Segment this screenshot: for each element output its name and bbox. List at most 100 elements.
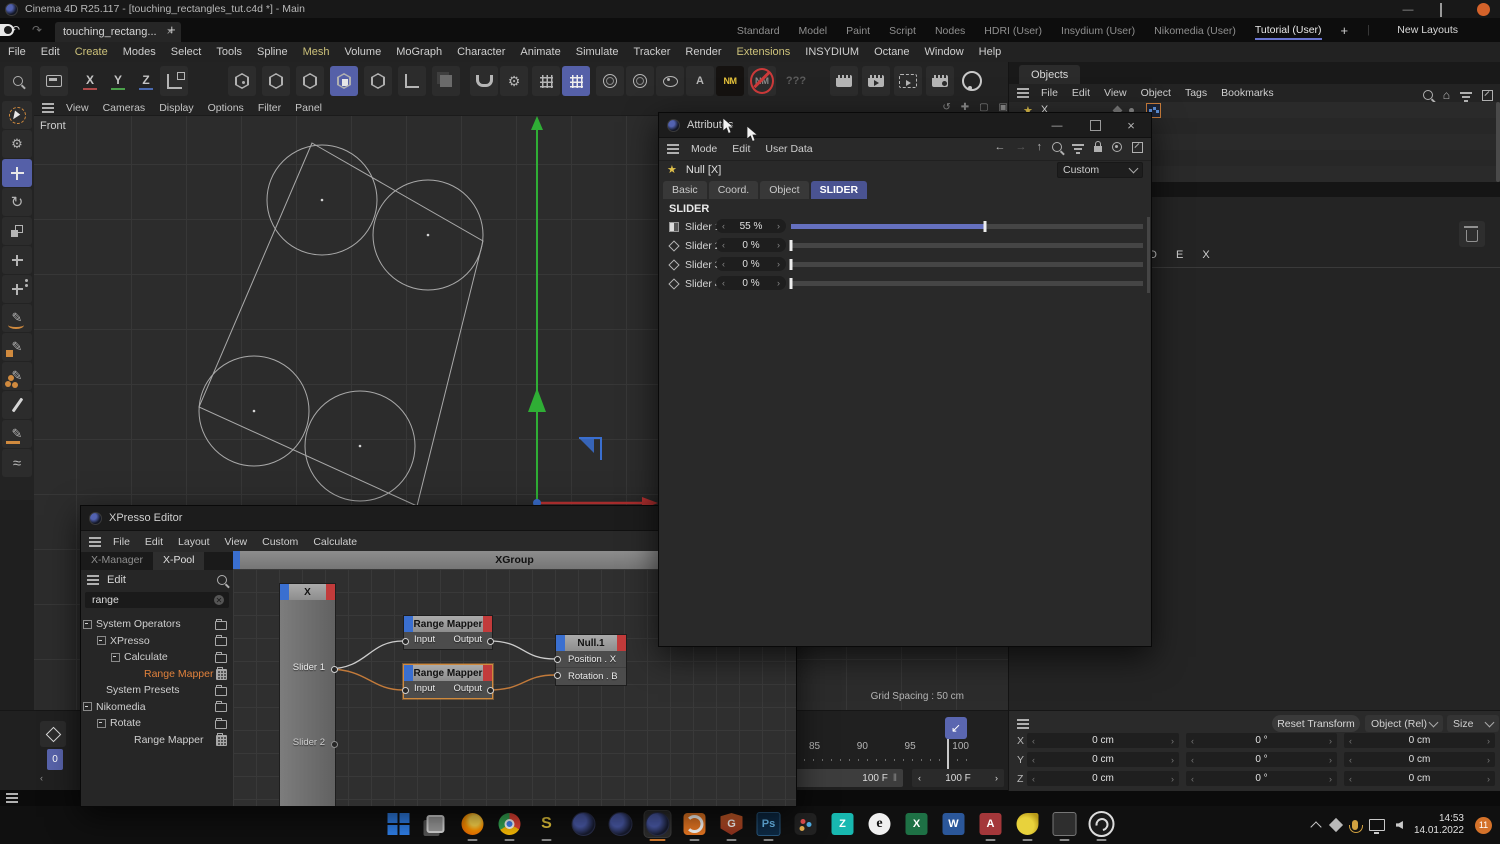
layout-tab[interactable]: Model (799, 21, 828, 39)
slider-track[interactable] (789, 259, 1143, 270)
layout-tab[interactable]: Script (889, 21, 916, 39)
taskbar-app-icon[interactable]: X (904, 811, 930, 837)
add-tab-button[interactable]: + (168, 22, 176, 37)
search-icon[interactable] (1052, 142, 1062, 152)
xpresso-tab[interactable]: X-Manager (81, 552, 153, 570)
fcurve-mode-icon[interactable]: ↙ (945, 717, 967, 739)
size-field[interactable]: ‹ 0 cm › (1344, 771, 1495, 786)
xpresso-menu-item[interactable]: File (113, 536, 130, 548)
rm2-input-port[interactable] (402, 687, 409, 694)
taskbar-app-icon[interactable]: Ps (756, 811, 782, 841)
taskbar-app-icon[interactable]: G (719, 811, 745, 841)
attributes-tab[interactable]: Object (760, 181, 809, 199)
range-mapper-node-1[interactable]: Range Mapper Input Output (402, 615, 494, 650)
menu-item[interactable]: Volume (345, 46, 382, 58)
slider-handle[interactable] (983, 221, 987, 232)
playhead-line[interactable] (947, 739, 949, 769)
microphone-icon[interactable] (1348, 820, 1363, 833)
step-right-icon[interactable]: › (777, 259, 780, 269)
menu-item[interactable]: Create (75, 46, 108, 58)
texture-mode-icon[interactable] (364, 66, 392, 96)
menu-item[interactable]: Help (979, 46, 1002, 58)
freehand-spline-tool[interactable]: ≈ (2, 449, 32, 477)
viewport-menu-item[interactable]: Display (159, 102, 193, 114)
viewport-menu-item[interactable]: Cameras (103, 102, 146, 114)
layout-tab[interactable]: Nodes (935, 21, 965, 39)
keyframe-diamond-icon[interactable] (40, 721, 66, 747)
step-right-icon[interactable]: › (777, 221, 780, 231)
visibility-eye-icon[interactable] (656, 66, 684, 96)
annotation-a-icon[interactable]: A (686, 66, 714, 96)
menu-item[interactable]: MoGraph (396, 46, 442, 58)
size-select[interactable]: Size (1447, 715, 1499, 732)
viewport-menu-item[interactable]: Options (208, 102, 244, 114)
step-left-icon[interactable]: ‹ (722, 278, 725, 288)
slider-handle[interactable] (789, 240, 793, 251)
layout-tab[interactable]: Nikomedia (User) (1154, 21, 1236, 39)
slider-value-stepper[interactable]: ‹ 55 % › (716, 219, 786, 233)
back-icon[interactable]: ← (995, 141, 1006, 153)
target-icon[interactable] (1112, 142, 1122, 152)
menu-item[interactable]: Tracker (634, 46, 671, 58)
tree-item[interactable]: Rotate (81, 715, 233, 732)
speaker-icon[interactable] (1395, 821, 1403, 829)
snap-magnet-icon[interactable] (470, 66, 498, 96)
tray-expand-icon[interactable] (1310, 820, 1322, 833)
redo-icon[interactable]: ↷ (32, 23, 42, 37)
menu-item[interactable]: Tools (216, 46, 242, 58)
taskbar-app-icon[interactable]: A (978, 811, 1004, 841)
taskbar-app-icon[interactable]: Z (830, 811, 856, 837)
object-manager-menu-icon[interactable] (1017, 88, 1029, 98)
step-right-icon[interactable]: › (995, 773, 998, 783)
tree-item[interactable]: Range Mapper (81, 666, 233, 683)
object-manager-menu-item[interactable]: Tags (1185, 87, 1207, 99)
search-icon[interactable] (1422, 90, 1433, 100)
taskbar-app-icon[interactable]: W (941, 811, 967, 837)
render-settings-icon[interactable] (926, 66, 954, 96)
rotate-tool[interactable]: ↻ (2, 188, 32, 216)
expand-icon[interactable] (97, 636, 106, 646)
taskbar-app-icon[interactable] (1052, 811, 1078, 841)
slider-track[interactable] (791, 221, 1143, 232)
multi-move-tool[interactable] (2, 275, 32, 303)
layout-tab[interactable]: HDRI (User) (984, 21, 1042, 39)
xpresso-menu-item[interactable]: Custom (262, 536, 298, 548)
clock[interactable]: 14:53 14.01.2022 (1414, 813, 1464, 837)
attributes-tab[interactable]: Basic (663, 181, 707, 199)
step-right-icon[interactable]: › (777, 278, 780, 288)
spline-pen-tool[interactable]: ✎ (2, 304, 32, 332)
gear-circle-icon[interactable] (626, 66, 654, 96)
layout-tab[interactable]: Insydium (User) (1061, 21, 1135, 39)
attributes-tab[interactable]: SLIDER (810, 181, 868, 199)
clear-search-icon[interactable]: ✕ (214, 595, 224, 605)
expand-icon[interactable] (97, 718, 106, 728)
object-list-scrollbar[interactable] (1496, 102, 1500, 182)
preset-dropdown[interactable]: Custom (1057, 162, 1143, 178)
layout-tab[interactable]: Paint (846, 21, 870, 39)
expand-icon[interactable] (111, 652, 120, 662)
slider-value-stepper[interactable]: ‹ 0 % › (716, 257, 786, 271)
object-manager-menu-item[interactable]: View (1104, 87, 1127, 99)
new-layouts-label[interactable]: New Layouts (1397, 24, 1458, 36)
rotation-field[interactable]: ‹ 0 ° › (1186, 733, 1337, 748)
rm1-input-port[interactable] (402, 638, 409, 645)
sketch-dots-tool[interactable]: ✎ (2, 362, 32, 390)
expand-icon[interactable] (83, 702, 92, 712)
forward-icon[interactable]: → (1016, 141, 1027, 153)
taskbar-app-icon[interactable] (386, 811, 412, 837)
mode-select[interactable]: Object (Rel) (1365, 715, 1443, 732)
size-field[interactable]: ‹ 0 cm › (1344, 752, 1495, 767)
tree-item[interactable]: XPresso (81, 633, 233, 650)
minimize-button[interactable]: — (1047, 117, 1067, 134)
status-menu-icon[interactable] (6, 793, 18, 803)
reset-transform-button[interactable]: Reset Transform (1272, 715, 1360, 732)
attributes-scrollbar[interactable] (1147, 217, 1150, 293)
slider-value-stepper[interactable]: ‹ 0 % › (716, 238, 786, 252)
rotation-field[interactable]: ‹ 0 ° › (1186, 752, 1337, 767)
xpresso-menu-icon[interactable] (89, 537, 101, 547)
step-left-icon[interactable]: ‹ (722, 240, 725, 250)
knife-tool[interactable] (2, 391, 32, 419)
xpool-edit-label[interactable]: Edit (107, 574, 126, 586)
tree-item[interactable]: Range Mapper (81, 732, 233, 749)
close-button[interactable] (1477, 3, 1490, 16)
